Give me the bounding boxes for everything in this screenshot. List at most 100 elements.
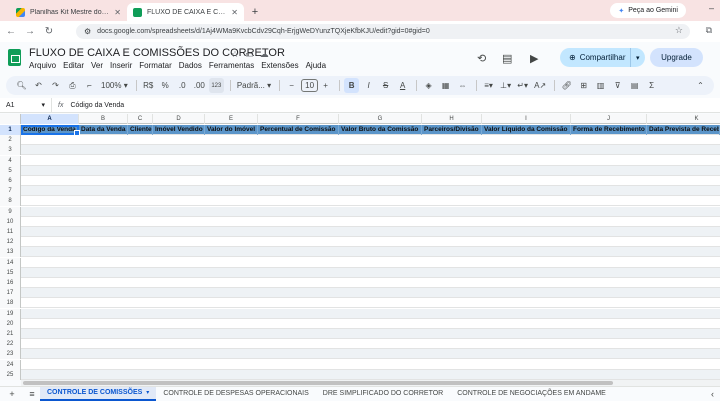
table-row[interactable] [21,247,720,258]
site-info-icon[interactable]: ⚙ [84,27,91,36]
row-header[interactable]: 16 [0,278,21,288]
column-header[interactable]: J [571,114,647,124]
borders-icon[interactable]: ▦ [438,78,453,93]
sheet-tab-despesas[interactable]: CONTROLE DE DESPESAS OPERACIONAIS [156,387,315,401]
sheets-logo-icon[interactable] [8,49,21,66]
font-size-input[interactable]: 10 [301,79,319,92]
spreadsheet-grid[interactable]: A B C D E F G H I J K Código da Venda Da… [0,114,720,380]
table-row[interactable] [21,339,720,350]
browser-tab-kit-mestre[interactable]: Planilhas Kit Mestre do Corretor ✕ [10,3,127,21]
column-header[interactable]: A [21,114,79,124]
header-cell[interactable]: Data da Venda [79,125,128,135]
header-cell[interactable]: Valor do Imóvel [205,125,258,135]
row-header[interactable]: 1 [0,125,21,135]
sheet-tab-dre[interactable]: DRE SIMPLIFICADO DO CORRETOR [316,387,450,401]
collapse-toolbar-icon[interactable]: ⌃ [693,78,708,93]
text-rotation-icon[interactable]: A↗ [532,78,548,93]
bookmark-star-icon[interactable]: ☆ [675,25,683,36]
reload-icon[interactable]: ↻ [44,26,54,37]
row-header[interactable]: 4 [0,155,21,166]
comments-icon[interactable]: ▤ [502,52,512,65]
row-header[interactable]: 7 [0,186,21,197]
chevron-down-icon[interactable]: ▾ [629,48,646,67]
row-header[interactable]: 22 [0,339,21,350]
italic-icon[interactable]: I [361,78,376,93]
new-tab-button[interactable]: + [248,3,262,21]
increase-decimal-button[interactable]: .00 [192,78,207,93]
decrease-decimal-button[interactable]: .0 [175,78,190,93]
zoom-select[interactable]: 100% ▾ [99,78,130,93]
paint-format-icon[interactable]: ⌐ [82,78,97,93]
header-cell[interactable]: Parceiros/Divisão [422,125,482,135]
column-header[interactable]: B [79,114,128,124]
row-header[interactable]: 6 [0,176,21,186]
meet-icon[interactable]: ▶ [530,52,538,65]
header-cell[interactable]: Valor Bruto da Comissão [339,125,422,135]
search-menus-icon[interactable]: 🔍︎ [14,78,29,93]
more-formats-button[interactable]: 123 [208,78,224,93]
header-cell[interactable]: Imóvel Vendido [153,125,205,135]
row-header[interactable]: 2 [0,135,21,146]
horizontal-align-icon[interactable]: ≡▾ [481,78,496,93]
back-icon[interactable]: ← [6,26,16,37]
row-header[interactable]: 11 [0,227,21,237]
table-row[interactable] [21,298,720,309]
filter-views-icon[interactable]: ▤ [627,78,642,93]
row-header[interactable]: 19 [0,308,21,319]
header-cell[interactable]: Forma de Recebimento [571,125,647,135]
table-row[interactable] [21,176,720,186]
table-row[interactable] [21,237,720,248]
table-row[interactable] [21,206,720,217]
strikethrough-icon[interactable]: S [378,78,393,93]
row-header[interactable]: 24 [0,359,21,370]
column-header[interactable]: G [339,114,422,124]
url-bar[interactable]: ⚙ docs.google.com/spreadsheets/d/1Aj4WMa… [76,24,690,39]
forward-icon[interactable]: → [25,26,35,37]
table-row[interactable] [21,349,720,360]
all-sheets-icon[interactable]: ≡ [24,389,40,399]
row-header[interactable]: 13 [0,247,21,258]
share-button[interactable]: ⊕ Compartilhar ▾ [560,48,645,67]
table-row[interactable] [21,196,720,207]
upgrade-button[interactable]: Upgrade [650,48,703,67]
active-cell-outline[interactable] [21,125,80,136]
column-header[interactable]: I [482,114,571,124]
row-header[interactable]: 15 [0,267,21,278]
font-select[interactable]: Padrã... ▾ [235,78,273,93]
menu-editar[interactable]: Editar [63,61,84,70]
insert-link-icon[interactable]: 🔗︎ [559,78,574,93]
table-row[interactable] [21,308,720,319]
menu-inserir[interactable]: Inserir [110,61,132,70]
table-row[interactable] [21,145,720,156]
minimize-icon[interactable]: – [709,3,714,13]
column-header[interactable]: D [153,114,205,124]
star-icon[interactable]: ☆ [231,49,239,60]
add-sheet-icon[interactable]: + [4,389,20,399]
column-header[interactable]: F [258,114,339,124]
column-header[interactable]: H [422,114,482,124]
font-size-decrease-icon[interactable]: − [284,78,299,93]
currency-format-button[interactable]: R$ [141,78,156,93]
formula-input[interactable]: Código da Venda [70,102,124,109]
row-header[interactable]: 8 [0,196,21,207]
row-header[interactable]: 12 [0,237,21,248]
fill-color-icon[interactable]: ◈ [421,78,436,93]
menu-ver[interactable]: Ver [91,61,103,70]
close-icon[interactable]: ✕ [114,8,121,17]
menu-ferramentas[interactable]: Ferramentas [209,61,254,70]
table-row[interactable] [21,217,720,227]
menu-formatar[interactable]: Formatar [139,61,171,70]
history-icon[interactable]: ⟲ [477,52,486,65]
row-header[interactable]: 9 [0,206,21,217]
table-row[interactable] [21,156,720,166]
row-header[interactable]: 18 [0,298,21,309]
row-header[interactable]: 10 [0,216,21,227]
table-row[interactable] [21,329,720,339]
menu-ajuda[interactable]: Ajuda [306,61,326,70]
row-header[interactable]: 21 [0,329,21,339]
row-header[interactable]: 25 [0,369,21,380]
row-header[interactable]: 20 [0,318,21,329]
header-cell[interactable]: Percentual de Comissão [258,125,339,135]
move-folder-icon[interactable]: ▭ [245,49,254,60]
select-all-corner[interactable] [0,114,21,124]
